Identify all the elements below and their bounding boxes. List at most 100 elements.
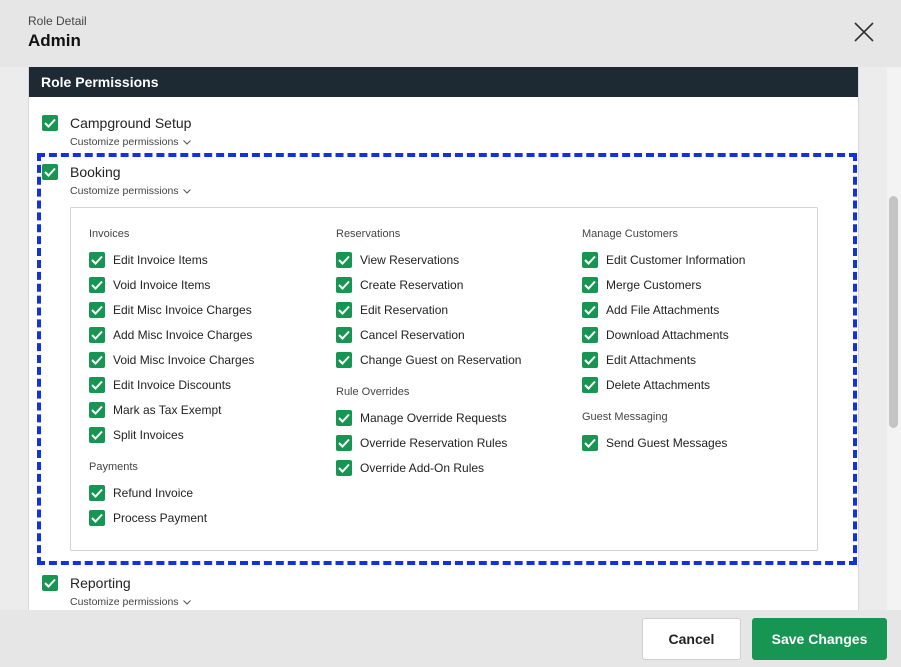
check-icon	[91, 380, 103, 390]
permission-checkbox[interactable]	[89, 484, 105, 501]
customize-label: Customize permissions	[70, 185, 179, 197]
check-icon	[584, 438, 596, 448]
permission-checkbox[interactable]	[582, 301, 598, 318]
chevron-down-icon	[182, 188, 191, 194]
permission-checkbox[interactable]	[89, 426, 105, 443]
check-icon	[91, 280, 103, 290]
permission-checkbox[interactable]	[89, 351, 105, 368]
permission-checkbox[interactable]	[582, 351, 598, 368]
permission-label: Edit Misc Invoice Charges	[113, 302, 252, 317]
check-icon	[91, 513, 103, 523]
permission-item: Delete Attachments	[582, 372, 745, 397]
permission-checkbox[interactable]	[336, 351, 352, 368]
group-reporting: Reporting Customize permissions	[42, 575, 191, 610]
permission-checkbox[interactable]	[89, 326, 105, 343]
permission-item: Mark as Tax Exempt	[89, 397, 254, 422]
permission-item: Add Misc Invoice Charges	[89, 322, 254, 347]
column-manage-customers: Manage Customers Edit Customer Informati…	[582, 228, 745, 455]
scrollbar-thumb[interactable]	[889, 196, 898, 428]
permission-label: Cancel Reservation	[360, 327, 465, 342]
booking-checkbox[interactable]	[42, 164, 58, 180]
chevron-down-icon	[182, 599, 191, 605]
permission-label: Manage Override Requests	[360, 410, 507, 425]
check-icon	[338, 280, 350, 290]
section-title-rule-overrides: Rule Overrides	[336, 386, 410, 398]
permission-checkbox[interactable]	[89, 276, 105, 293]
check-icon	[91, 430, 103, 440]
reporting-checkbox[interactable]	[42, 575, 58, 591]
customize-permissions-link[interactable]: Customize permissions	[70, 596, 191, 608]
permission-checkbox[interactable]	[336, 301, 352, 318]
permission-label: Edit Invoice Items	[113, 252, 208, 267]
check-icon	[44, 167, 56, 177]
permission-label: Edit Reservation	[360, 302, 449, 317]
save-changes-button[interactable]: Save Changes	[752, 618, 887, 660]
permission-label: Override Add-On Rules	[360, 460, 485, 475]
cancel-button[interactable]: Cancel	[642, 618, 741, 660]
permission-item: Void Invoice Items	[89, 272, 254, 297]
check-icon	[91, 330, 103, 340]
close-icon[interactable]	[852, 20, 876, 44]
permission-label: Void Misc Invoice Charges	[113, 352, 255, 367]
panel-title: Role Permissions	[29, 67, 858, 97]
permission-checkbox[interactable]	[336, 409, 352, 426]
permission-item: Create Reservation	[336, 272, 521, 297]
group-label: Campground Setup	[70, 115, 192, 131]
check-icon	[338, 355, 350, 365]
permission-checkbox[interactable]	[582, 434, 598, 451]
permission-checkbox[interactable]	[336, 276, 352, 293]
permission-label: Send Guest Messages	[606, 435, 728, 450]
check-icon	[91, 355, 103, 365]
group-campground-setup: Campground Setup Customize permissions	[42, 115, 191, 150]
permission-item: Split Invoices	[89, 422, 254, 447]
check-icon	[44, 118, 56, 128]
permission-checkbox[interactable]	[89, 251, 105, 268]
permission-label: Process Payment	[113, 510, 208, 525]
check-icon	[584, 330, 596, 340]
customize-label: Customize permissions	[70, 136, 179, 148]
permission-checkbox[interactable]	[582, 376, 598, 393]
permission-label: Override Reservation Rules	[360, 435, 508, 450]
check-icon	[91, 488, 103, 498]
permission-item: Download Attachments	[582, 322, 745, 347]
check-icon	[584, 255, 596, 265]
column-invoices: Invoices Edit Invoice Items Void Invoice …	[89, 228, 254, 530]
customize-permissions-link[interactable]: Customize permissions	[70, 136, 191, 148]
permission-checkbox[interactable]	[89, 301, 105, 318]
permission-item: View Reservations	[336, 247, 521, 272]
permission-checkbox[interactable]	[89, 509, 105, 526]
permission-label: Void Invoice Items	[113, 277, 211, 292]
permission-checkbox[interactable]	[336, 459, 352, 476]
permission-item: Process Payment	[89, 505, 254, 530]
check-icon	[338, 463, 350, 473]
permission-item: Edit Misc Invoice Charges	[89, 297, 254, 322]
permission-checkbox[interactable]	[89, 376, 105, 393]
permission-label: Add File Attachments	[606, 302, 720, 317]
permission-checkbox[interactable]	[336, 326, 352, 343]
permission-label: View Reservations	[360, 252, 460, 267]
permission-label: Download Attachments	[606, 327, 729, 342]
check-icon	[338, 413, 350, 423]
permission-item: Add File Attachments	[582, 297, 745, 322]
check-icon	[91, 405, 103, 415]
booking-permissions-box: Invoices Edit Invoice Items Void Invoice …	[70, 207, 818, 551]
permission-label: Add Misc Invoice Charges	[113, 327, 253, 342]
check-icon	[584, 280, 596, 290]
permission-item: Edit Reservation	[336, 297, 521, 322]
campground-setup-checkbox[interactable]	[42, 115, 58, 131]
permission-checkbox[interactable]	[336, 251, 352, 268]
modal-body: Role Permissions Campground Setup Custom…	[0, 67, 901, 610]
section-title-manage-customers: Manage Customers	[582, 228, 678, 240]
permission-label: Split Invoices	[113, 427, 184, 442]
section-title-invoices: Invoices	[89, 228, 130, 240]
role-permissions-panel: Role Permissions Campground Setup Custom…	[28, 67, 859, 610]
customize-permissions-link[interactable]: Customize permissions	[70, 185, 191, 197]
check-icon	[584, 305, 596, 315]
permission-checkbox[interactable]	[582, 326, 598, 343]
permission-checkbox[interactable]	[336, 434, 352, 451]
permission-checkbox[interactable]	[89, 401, 105, 418]
permission-checkbox[interactable]	[582, 276, 598, 293]
permission-item: Change Guest on Reservation	[336, 347, 521, 372]
permission-checkbox[interactable]	[582, 251, 598, 268]
check-icon	[91, 255, 103, 265]
